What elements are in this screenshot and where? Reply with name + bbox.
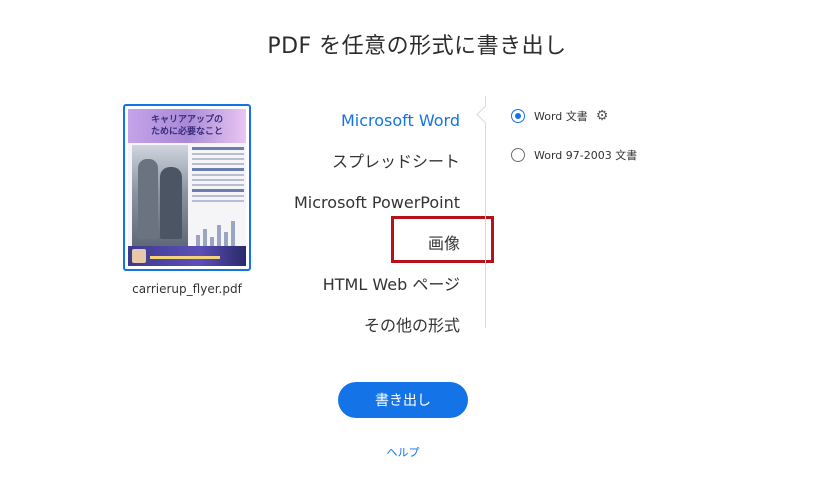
export-button[interactable]: 書き出し	[338, 382, 468, 418]
format-html-web-page[interactable]: HTML Web ページ	[294, 264, 460, 305]
thumbnail-chart	[194, 219, 242, 247]
option-word-document-label: Word 文書	[534, 110, 588, 123]
thumbnail-heading: キャリアアップの ために必要なこと	[128, 109, 246, 143]
option-word-97-2003-label: Word 97-2003 文書	[534, 149, 638, 162]
thumbnail-person-2	[160, 167, 182, 239]
format-microsoft-word[interactable]: Microsoft Word	[294, 100, 460, 141]
format-other[interactable]: その他の形式	[294, 305, 460, 346]
radio-word-document[interactable]	[511, 109, 525, 123]
selection-pointer	[476, 105, 495, 124]
help-link[interactable]: ヘルプ	[0, 444, 806, 460]
format-spreadsheet[interactable]: スプレッドシート	[294, 141, 460, 182]
thumbnail-text-block	[192, 147, 244, 205]
thumbnail-person-1	[138, 159, 158, 239]
option-word-document[interactable]: Word 文書 ⚙	[511, 108, 608, 124]
file-name: carrierup_flyer.pdf	[132, 282, 242, 296]
dialog-title: PDF を任意の形式に書き出し	[267, 34, 567, 59]
option-word-97-2003[interactable]: Word 97-2003 文書	[511, 147, 637, 163]
thumbnail-footer-banner	[128, 246, 246, 266]
panel-divider	[485, 96, 486, 328]
gear-icon[interactable]: ⚙	[596, 108, 609, 124]
thumbnail-page: キャリアアップの ために必要なこと	[128, 109, 246, 266]
radio-word-97-2003[interactable]	[511, 148, 525, 162]
pdf-thumbnail[interactable]: キャリアアップの ために必要なこと	[123, 104, 251, 271]
highlight-box	[391, 216, 494, 263]
